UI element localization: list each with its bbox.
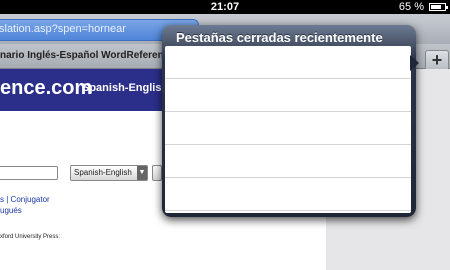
list-item[interactable] — [165, 145, 411, 178]
list-item[interactable] — [165, 112, 411, 145]
closed-tabs-list — [165, 46, 411, 213]
list-item[interactable] — [165, 46, 411, 79]
status-bar: 21:07 65 % — [0, 0, 450, 14]
search-input[interactable] — [0, 166, 58, 180]
tab-current[interactable]: nario Inglés-Español WordReferen — [0, 50, 164, 61]
site-header: ence.com Spanish-English — [0, 69, 168, 111]
battery-percentage: 65 % — [398, 1, 424, 13]
address-bar-text: slation.asp?spen=hornear — [0, 23, 126, 35]
popover-title: Pestañas cerradas recientemente — [176, 30, 383, 45]
portuguese-link[interactable]: ugués — [0, 206, 22, 215]
language-select[interactable]: Spanish-English ▼ — [70, 165, 148, 181]
conjugator-link[interactable]: Conjugator — [11, 195, 50, 204]
popover-arrow — [410, 55, 419, 71]
chevron-down-icon: ▼ — [137, 166, 147, 180]
link-fragment[interactable]: s | — [0, 195, 8, 204]
language-select-value: Spanish-English — [74, 168, 132, 177]
battery-icon — [429, 3, 448, 11]
dictionary-name: Spanish-English — [82, 82, 169, 94]
recently-closed-tabs-popover: Pestañas cerradas recientemente — [162, 25, 416, 217]
list-item[interactable] — [165, 79, 411, 112]
link-row: s | Conjugator — [0, 195, 50, 204]
oxford-credit: xford University Press: — [0, 234, 61, 240]
status-time: 21:07 — [210, 1, 240, 13]
site-logo[interactable]: ence.com — [0, 77, 92, 100]
search-button[interactable] — [152, 165, 162, 181]
list-item[interactable] — [165, 178, 411, 211]
